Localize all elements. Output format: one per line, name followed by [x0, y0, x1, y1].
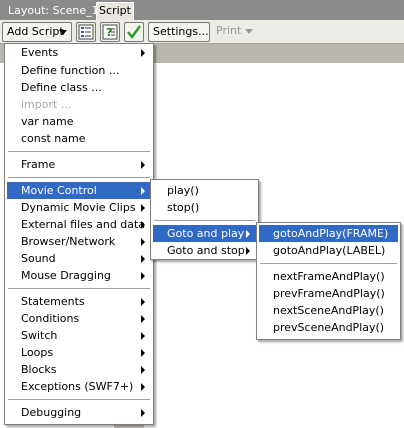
menu-item-dynamic-movie-clips[interactable]: Dynamic Movie Clips [7, 199, 151, 216]
title-bar: Layout: Scene_1 Script [0, 0, 404, 20]
menu-item-label: Switch [21, 329, 58, 342]
chevron-down-icon [59, 30, 67, 35]
menu-item-next-frame[interactable]: nextFrameAndPlay() [259, 268, 398, 285]
checkmark-icon [127, 25, 142, 40]
add-script-button[interactable]: Add Script [2, 22, 72, 42]
menu-item-label: External files and data [21, 218, 146, 231]
submenu-arrow-icon [141, 298, 145, 306]
add-script-label: Add Script [7, 25, 64, 38]
submenu-arrow-icon [246, 247, 250, 255]
menu-item-const[interactable]: const name [7, 130, 151, 147]
menu-item-browser-network[interactable]: Browser/Network [7, 233, 151, 250]
menu-item-switch[interactable]: Switch [7, 327, 151, 344]
submenu-arrow-icon [141, 204, 145, 212]
menu-item-label: Goto and stop [167, 244, 245, 257]
menu-item-next-scene[interactable]: nextSceneAndPlay() [259, 302, 398, 319]
menu-item-blocks[interactable]: Blocks [7, 361, 151, 378]
submenu-arrow-icon [141, 366, 145, 374]
submenu-arrow-icon [141, 349, 145, 357]
menu-item-label: Frame [21, 158, 56, 171]
submenu-arrow-icon [141, 315, 145, 323]
tab-script[interactable]: Script [96, 2, 134, 20]
menu-separator [8, 288, 150, 290]
menu-item-label: Loops [21, 346, 54, 359]
menu-item-goto-and-play[interactable]: Goto and play [153, 225, 256, 242]
submenu-arrow-icon [141, 409, 145, 417]
menu-item-goto-and-stop[interactable]: Goto and stop [153, 242, 256, 259]
submenu-arrow-icon [141, 332, 145, 340]
menu-item-prev-scene[interactable]: prevSceneAndPlay() [259, 319, 398, 336]
menu-item-conditions[interactable]: Conditions [7, 310, 151, 327]
menu-item-label: Browser/Network [21, 235, 116, 248]
menu-item-label: Dynamic Movie Clips [21, 201, 136, 214]
menu-item-exceptions[interactable]: Exceptions (SWF7+) [7, 378, 151, 395]
menu-separator [154, 220, 255, 222]
menu-item-label: Movie Control [21, 184, 97, 197]
menu-item-play[interactable]: play() [153, 182, 256, 199]
menu-item-frame[interactable]: Frame [7, 156, 151, 173]
menu-item-label: Events [21, 46, 59, 59]
menu-item-label: Statements [21, 295, 85, 308]
submenu-arrow-icon [141, 221, 145, 229]
submenu-arrow-icon [141, 238, 145, 246]
tab-layout[interactable]: Layout: Scene_1 [2, 2, 105, 19]
menu-item-movie-control[interactable]: Movie Control [7, 182, 151, 199]
print-label: Print [216, 24, 242, 37]
menu-separator [260, 263, 397, 265]
menu-item-label: Sound [21, 252, 56, 265]
print-button[interactable]: Print [216, 22, 254, 42]
check-syntax-button[interactable] [124, 22, 144, 42]
submenu-arrow-icon [246, 230, 250, 238]
menu-item-label: Conditions [21, 312, 80, 325]
chevron-down-icon [245, 28, 254, 34]
menu-item-label: Blocks [21, 363, 57, 376]
menu-item-debugging[interactable]: Debugging [7, 404, 151, 421]
menu-item-label: Mouse Dragging [21, 269, 111, 282]
menu-separator [8, 399, 150, 401]
menu-item-define-function[interactable]: Define function ... [7, 62, 151, 79]
submenu-arrow-icon [141, 161, 145, 169]
menu-item-import: import ... [21, 98, 72, 111]
menu-item-label: Exceptions (SWF7+) [21, 380, 134, 393]
menu-item-mouse-dragging[interactable]: Mouse Dragging [7, 267, 151, 284]
submenu-arrow-icon [141, 255, 145, 263]
submenu-arrow-icon [141, 49, 145, 57]
menu-item-var[interactable]: var name [7, 113, 151, 130]
movie-control-submenu: play() stop() Goto and play Goto and sto… [150, 179, 259, 260]
goto-and-play-submenu: gotoAndPlay(FRAME) gotoAndPlay(LABEL) ne… [256, 222, 401, 340]
menu-item-define-class[interactable]: Define class ... [7, 79, 151, 96]
menu-item-statements[interactable]: Statements [7, 293, 151, 310]
script-list-button[interactable] [76, 22, 96, 42]
menu-item-goto-label[interactable]: gotoAndPlay(LABEL) [259, 242, 398, 259]
submenu-arrow-icon [141, 187, 145, 195]
submenu-arrow-icon [141, 272, 145, 280]
menu-item-sound[interactable]: Sound [7, 250, 151, 267]
script-help-button[interactable]: ? [100, 22, 120, 42]
menu-item-goto-frame[interactable]: gotoAndPlay(FRAME) [259, 225, 398, 242]
add-script-menu: Events Define function ... Define class … [4, 43, 154, 425]
submenu-arrow-icon [141, 383, 145, 391]
settings-button[interactable]: Settings... [148, 22, 210, 42]
menu-separator [8, 177, 150, 179]
toolbar: Add Script ? Settings... Print [0, 20, 404, 44]
menu-separator [8, 151, 150, 153]
menu-item-prev-frame[interactable]: prevFrameAndPlay() [259, 285, 398, 302]
script-help-icon: ? [102, 24, 118, 40]
menu-item-external-files[interactable]: External files and data [7, 216, 151, 233]
menu-item-label: Debugging [21, 406, 82, 419]
menu-item-stop[interactable]: stop() [153, 199, 256, 216]
menu-item-loops[interactable]: Loops [7, 344, 151, 361]
menu-item-label: Goto and play [167, 227, 245, 240]
script-list-icon [78, 24, 94, 40]
menu-item-events[interactable]: Events [7, 44, 151, 61]
